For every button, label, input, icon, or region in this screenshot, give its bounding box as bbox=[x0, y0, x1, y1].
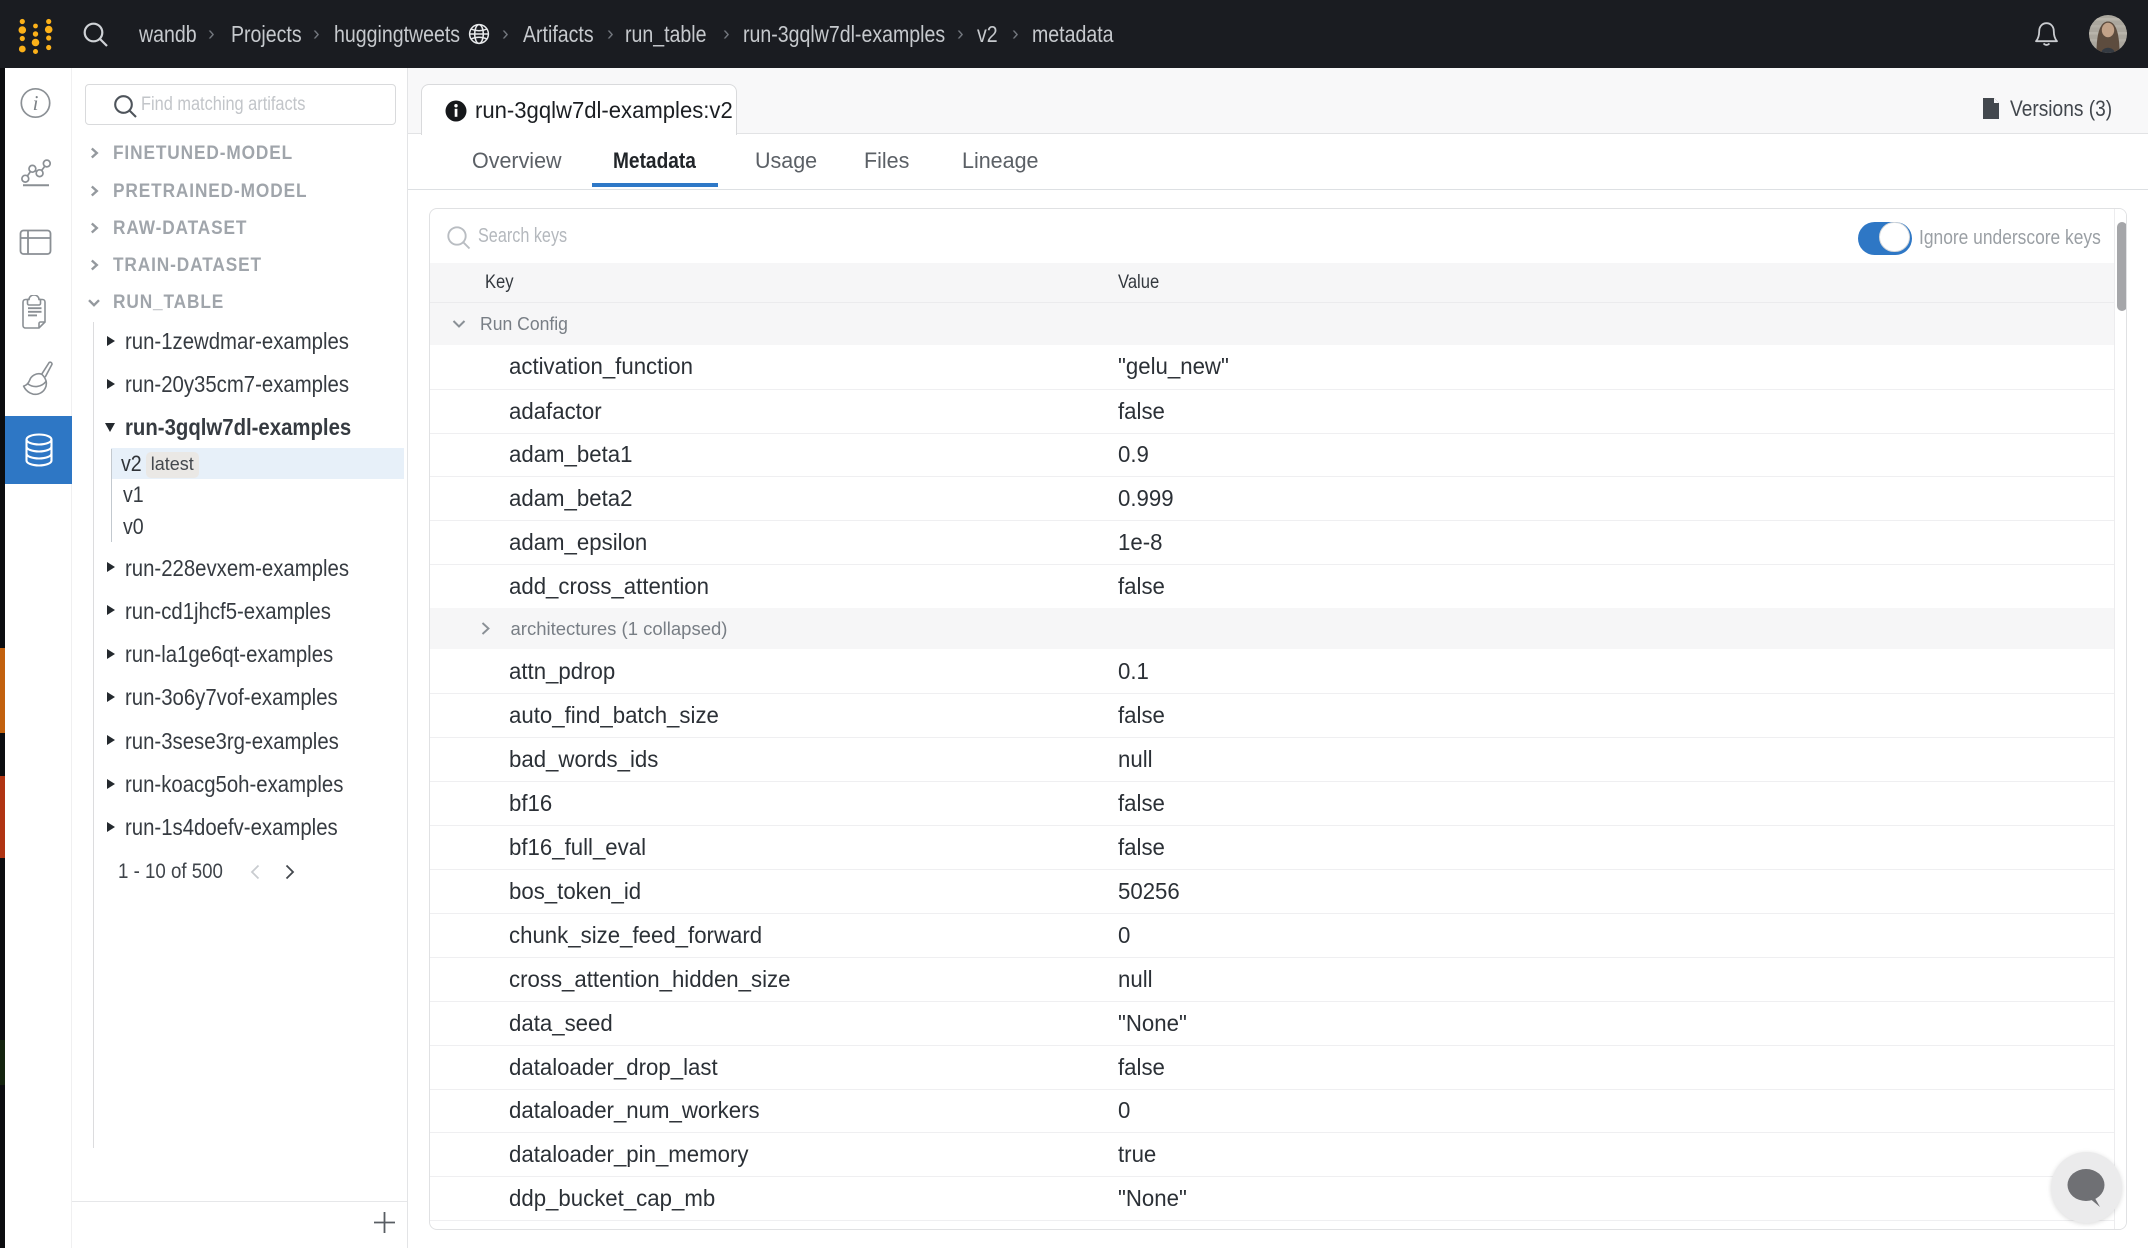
svg-text:i: i bbox=[33, 91, 39, 115]
